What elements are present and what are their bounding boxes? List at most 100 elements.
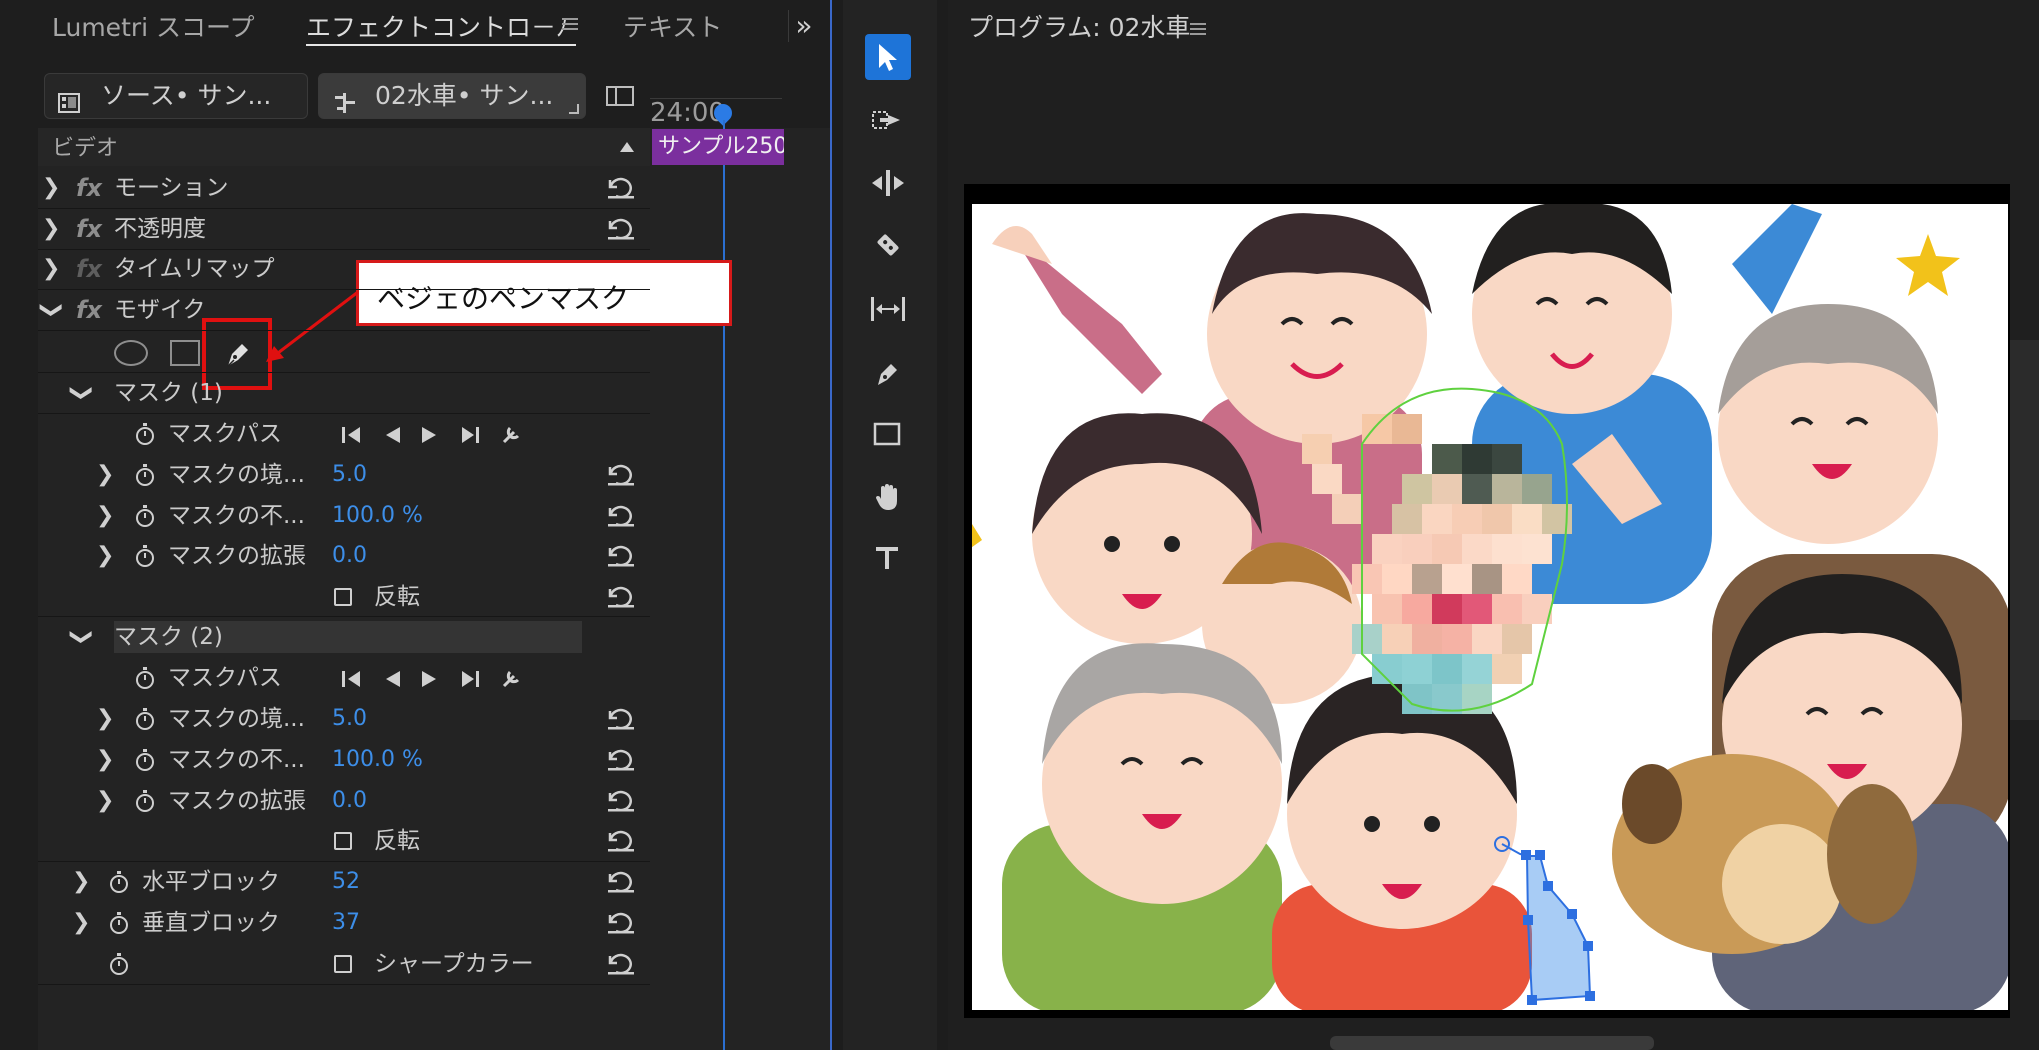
- mask1-opacity-value[interactable]: 100.0 %: [332, 496, 423, 536]
- chevron-right-icon[interactable]: ❯: [42, 209, 60, 249]
- sharp-color-checkbox[interactable]: [334, 955, 352, 973]
- stopwatch-icon[interactable]: [134, 422, 156, 446]
- hamburger-menu-icon[interactable]: [561, 14, 579, 32]
- rectangle-mask-icon[interactable]: [170, 340, 200, 366]
- type-icon: [876, 547, 898, 569]
- chevron-right-icon[interactable]: ❯: [96, 781, 114, 821]
- sequence-clip-label: 02水車• サン...: [375, 81, 554, 110]
- video-frame[interactable]: [972, 204, 2008, 1010]
- mask1-feather-value[interactable]: 5.0: [332, 455, 367, 495]
- fx-icon[interactable]: fx: [76, 168, 102, 208]
- toggle-timeline-icon[interactable]: [606, 84, 634, 108]
- mask1-expansion-value[interactable]: 0.0: [332, 536, 367, 576]
- mask2-invert-label: 反転: [374, 828, 420, 854]
- chevron-right-icon[interactable]: ❯: [72, 862, 90, 902]
- type-tool-button[interactable]: [865, 536, 911, 582]
- reset-icon[interactable]: [606, 789, 636, 813]
- mask1-opacity-row: ❯ マスクの不... 100.0 %: [38, 496, 650, 536]
- mask1-expansion-label: マスクの拡張: [168, 543, 306, 569]
- chevron-right-icon[interactable]: ❯: [96, 536, 114, 576]
- chevron-down-icon[interactable]: ❯: [61, 384, 101, 402]
- stopwatch-icon[interactable]: [134, 463, 156, 487]
- fx-icon[interactable]: fx: [76, 290, 102, 330]
- reset-icon[interactable]: [606, 504, 636, 528]
- reset-icon[interactable]: [606, 829, 636, 853]
- stopwatch-icon[interactable]: [134, 666, 156, 690]
- track-forward-icon: [422, 671, 436, 687]
- mask2-invert-checkbox[interactable]: [334, 832, 352, 850]
- program-monitor-title[interactable]: プログラム: 02水車: [968, 8, 1190, 44]
- reset-icon[interactable]: [606, 585, 636, 609]
- rectangle-tool-button[interactable]: [865, 412, 911, 458]
- ripple-edit-icon: [872, 170, 904, 196]
- stopwatch-icon[interactable]: [108, 952, 130, 976]
- tab-text[interactable]: テキスト: [623, 8, 722, 48]
- mask2-feather-label: マスクの境...: [168, 706, 305, 732]
- reset-icon[interactable]: [606, 748, 636, 772]
- row-divider: [38, 208, 650, 209]
- h-blocks-value[interactable]: 52: [332, 862, 360, 902]
- mask1-title[interactable]: マスク (1): [114, 373, 223, 413]
- chevron-right-icon[interactable]: ❯: [96, 699, 114, 739]
- chevron-down-icon[interactable]: ❯: [31, 301, 71, 319]
- chevron-right-icon[interactable]: ❯: [72, 903, 90, 943]
- stopwatch-icon[interactable]: [134, 789, 156, 813]
- slip-tool-button[interactable]: [865, 286, 911, 332]
- mask2-feather-value[interactable]: 5.0: [332, 699, 367, 739]
- mask2-header[interactable]: ❯ マスク (2): [38, 617, 650, 657]
- selection-tool-button[interactable]: [865, 34, 911, 80]
- razor-icon: [877, 234, 899, 256]
- reset-icon[interactable]: [606, 952, 636, 976]
- reset-icon[interactable]: [606, 911, 636, 935]
- stopwatch-icon[interactable]: [134, 544, 156, 568]
- sequence-clip-selector[interactable]: 02水車• サン...: [318, 73, 586, 119]
- rectangle-icon: [873, 422, 901, 446]
- horizontal-scrollbar-thumb[interactable]: [1330, 1036, 1654, 1050]
- chevron-right-icon[interactable]: ❯: [96, 496, 114, 536]
- pen-tool-button[interactable]: [865, 350, 911, 396]
- effect-row-motion[interactable]: ❯ fx モーション: [38, 168, 650, 208]
- reset-icon[interactable]: [606, 463, 636, 487]
- tab-lumetri-scopes[interactable]: Lumetri スコープ: [52, 8, 255, 48]
- track-backward-all-icon: [342, 427, 360, 443]
- razor-tool-button[interactable]: [865, 222, 911, 268]
- reset-icon[interactable]: [606, 707, 636, 731]
- chevron-right-icon[interactable]: ❯: [42, 168, 60, 208]
- stopwatch-icon[interactable]: [108, 911, 130, 935]
- timeline-clip[interactable]: サンプル250: [652, 129, 784, 165]
- reset-icon[interactable]: [606, 870, 636, 894]
- tab-effect-controls[interactable]: エフェクトコントロ－ﾉ: [306, 8, 569, 48]
- mask2-title[interactable]: マスク (2): [114, 617, 223, 657]
- chevron-down-icon[interactable]: ❯: [61, 628, 101, 646]
- stopwatch-icon[interactable]: [134, 748, 156, 772]
- reset-icon[interactable]: [606, 544, 636, 568]
- chevron-right-icon[interactable]: ❯: [96, 455, 114, 495]
- section-collapse-icon[interactable]: [620, 142, 634, 152]
- v-blocks-value[interactable]: 37: [332, 903, 360, 943]
- ripple-edit-tool-button[interactable]: [865, 160, 911, 206]
- ellipse-mask-icon[interactable]: [114, 340, 148, 366]
- stopwatch-icon[interactable]: [134, 504, 156, 528]
- program-menu-icon[interactable]: [1190, 18, 1206, 35]
- family-illustration: [972, 204, 2008, 1010]
- track-select-tool-button[interactable]: [865, 98, 911, 144]
- panel-overflow-button[interactable]: »: [788, 10, 819, 42]
- stopwatch-icon[interactable]: [134, 707, 156, 731]
- row-divider: [38, 861, 650, 862]
- chevron-right-icon[interactable]: ❯: [42, 249, 60, 289]
- mask2-expansion-value[interactable]: 0.0: [332, 781, 367, 821]
- fx-icon[interactable]: fx: [76, 209, 102, 249]
- mask1-invert-checkbox[interactable]: [334, 588, 352, 606]
- source-clip-selector[interactable]: ソース• サン...: [44, 73, 308, 119]
- reset-icon[interactable]: [606, 217, 636, 241]
- reset-icon[interactable]: [606, 176, 636, 200]
- mask1-header[interactable]: ❯ マスク (1): [38, 373, 650, 413]
- effect-row-opacity[interactable]: ❯ fx 不透明度: [38, 209, 650, 249]
- hand-tool-button[interactable]: [865, 474, 911, 520]
- vertical-scrollbar-track[interactable]: [2010, 340, 2039, 720]
- chevron-right-icon[interactable]: ❯: [96, 740, 114, 780]
- row-divider: [38, 984, 650, 985]
- fx-icon[interactable]: fx: [76, 249, 102, 289]
- mask2-opacity-value[interactable]: 100.0 %: [332, 740, 423, 780]
- stopwatch-icon[interactable]: [108, 870, 130, 894]
